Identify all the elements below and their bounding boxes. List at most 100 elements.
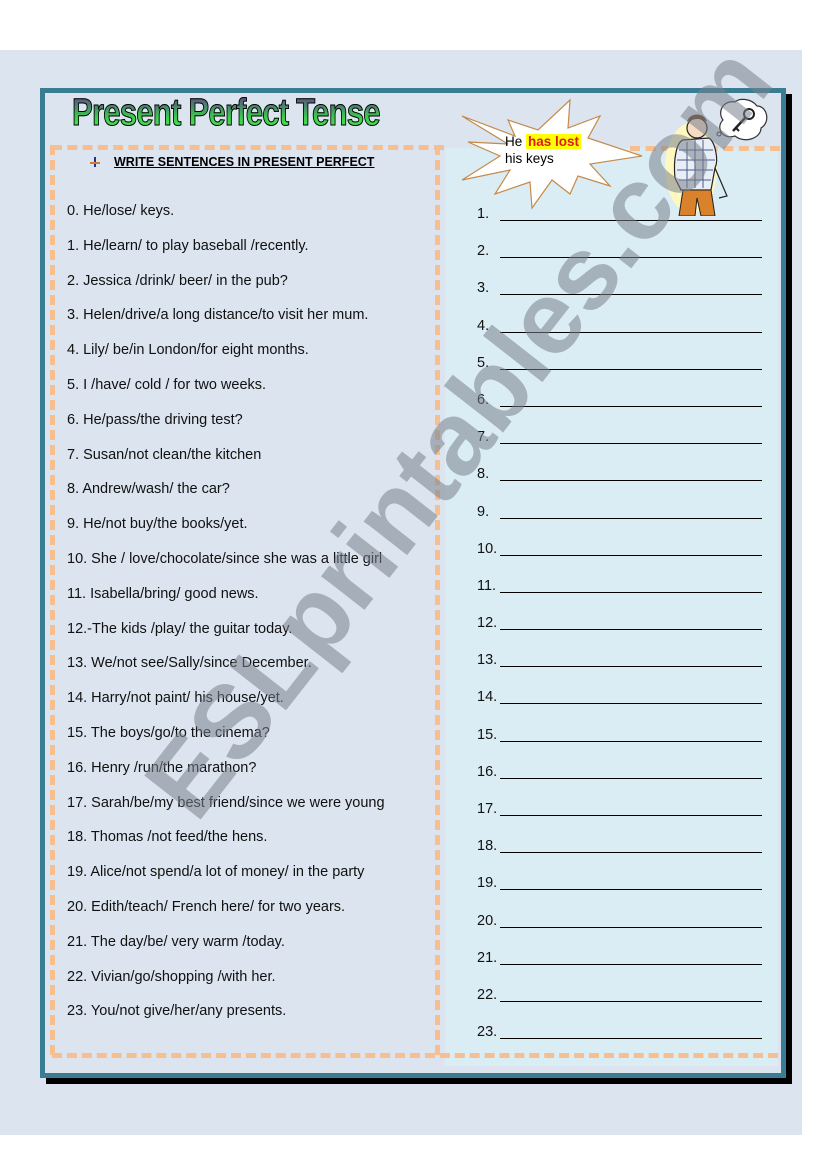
answer-number: 7. [477,429,490,446]
worried-man-illustration [665,98,768,216]
answer-item: 7. [477,428,767,465]
sentence-item: 9. He/not buy/the books/yet. [67,516,248,533]
answer-item: 21. [477,949,767,986]
instruction-text: WRITE SENTENCES IN PRESENT PERFECT [114,155,375,169]
answer-number: 9. [477,503,490,520]
answer-line[interactable] [500,615,762,631]
answer-number: 4. [477,317,490,334]
answer-item: 22. [477,986,767,1023]
answer-line[interactable] [500,466,762,482]
answer-line[interactable] [500,243,762,259]
answer-item: 4. [477,317,767,354]
answer-item: 2. [477,242,767,279]
answer-line[interactable] [500,318,762,333]
sentence-item: 0. He/lose/ keys. [67,203,175,219]
answer-number: 3. [477,280,490,297]
answer-number: 8. [477,466,490,483]
example-subject: He [505,134,527,149]
example-sentence: He has lost his keys [505,133,582,167]
answer-item: 14. [477,688,767,725]
sentence-item: 1. He/learn/ to play baseball /recently. [67,237,309,254]
sentence-item: 12.-The kids /play/ the guitar today. [67,620,293,637]
instruction: WRITE SENTENCES IN PRESENT PERFECT [88,155,374,169]
answer-line[interactable] [500,913,762,928]
answer-line[interactable] [500,392,762,407]
answer-item: 12. [477,614,767,651]
sentence-item: 16. Henry /run/the marathon? [67,759,257,776]
sentence-item: 19. Alice/not spend/a lot of money/ in t… [67,864,365,881]
answer-line[interactable] [500,689,762,705]
answer-line[interactable] [500,727,762,742]
plaid-shirt [673,137,718,191]
answer-line[interactable] [500,355,762,370]
answer-number: 15. [477,726,498,743]
sentence-list: 0. He/lose/ keys. 1. He/learn/ to play ba… [67,202,432,1037]
sentence-item: 13. We/not see/Sally/since December. [67,655,312,672]
answer-line[interactable] [500,838,762,854]
answer-item: 15. [477,726,767,763]
answer-line[interactable] [500,764,762,779]
answer-item: 17. [477,800,767,837]
answer-line[interactable] [500,541,762,556]
answer-line[interactable] [500,504,762,519]
answer-number: 5. [477,354,490,371]
answer-list: 1. 2. 3. 4. 5. 6. 7. 8. 9. 10. 11. 12. 13. 14. 15. 16. 1… [477,205,767,1060]
example-object: his keys [505,151,554,166]
sentence-item: 11. Isabella/bring/ good news. [67,585,259,602]
sentence-item: 6. He/pass/the driving test? [67,411,243,428]
answer-number: 10. [477,540,498,557]
sentence-item: 20. Edith/teach/ French here/ for two ye… [67,898,346,915]
answer-item: 8. [477,465,767,502]
dashed-border-middle [435,145,440,1055]
answer-number: 2. [477,243,490,260]
sentence-item: 7. Susan/not clean/the kitchen [67,446,262,463]
answer-item: 19. [477,874,767,911]
answer-number: 11. [477,577,497,594]
dashed-border-top-left [52,145,444,150]
answer-item: 18. [477,837,767,874]
answer-number: 17. [477,801,498,817]
sentence-item: 21. The day/be/ very warm /today. [67,933,285,950]
sentence-item: 3. Helen/drive/a long distance/to visit … [67,307,369,324]
answer-item: 16. [477,763,767,800]
sentence-item: 5. I /have/ cold / for two weeks. [67,376,267,393]
head [686,117,708,139]
answer-line[interactable] [500,429,762,445]
sentence-item: 15. The boys/go/to the cinema? [67,724,270,741]
answer-item: 20. [477,912,767,949]
dashed-border-left [50,145,55,1055]
answer-line[interactable] [500,987,762,1002]
answer-line[interactable] [500,578,762,593]
sentence-item: 17. Sarah/be/my best friend/since we wer… [67,794,385,811]
sentence-item: 2. Jessica /drink/ beer/ in the pub? [67,272,288,289]
thought-dot [716,131,722,137]
answer-item: 10. [477,540,767,577]
answer-number: 19. [477,875,498,892]
answer-number: 20. [477,912,498,929]
answer-number: 16. [477,763,498,780]
worksheet-title: Present Perfect Tense [72,92,381,135]
answer-line[interactable] [500,875,762,891]
answer-line[interactable] [500,652,762,668]
answer-number: 22. [477,986,498,1003]
bullet-arrow-icon [88,155,102,169]
answer-number: 23. [477,1024,498,1041]
answer-item: 9. [477,503,767,540]
sentence-item: 4. Lily/ be/in London/for eight months. [67,342,309,359]
sentence-item: 10. She / love/chocolate/since she was a… [67,550,383,567]
answer-item: 3. [477,279,767,316]
answer-line[interactable] [500,950,762,965]
sentence-item: 22. Vivian/go/shopping /with her. [67,968,276,985]
answer-line[interactable] [500,801,762,816]
example-highlight: has lost [526,134,582,149]
answer-item: 6. [477,391,767,428]
answer-number: 13. [477,652,498,669]
answer-item: 5. [477,354,767,391]
answer-number: 12. [477,615,498,632]
arm [714,167,728,199]
answer-number: 21. [477,949,498,966]
answer-item: 11. [477,577,767,614]
answer-line[interactable] [500,1024,762,1040]
answer-number: 14. [477,689,498,706]
answer-line[interactable] [500,280,762,296]
